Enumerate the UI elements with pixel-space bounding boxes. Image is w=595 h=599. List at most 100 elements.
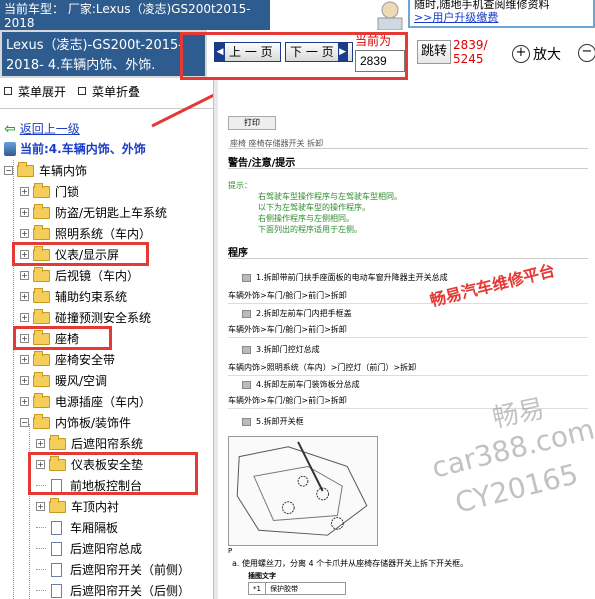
print-button[interactable]: 打印	[228, 116, 276, 130]
path-1[interactable]: 车辆外饰>车门/舱门>前门>拆卸	[228, 290, 347, 301]
zoom-in-button[interactable]: + 放大	[512, 44, 561, 64]
folder-icon	[33, 329, 50, 345]
doc-divider	[228, 258, 588, 259]
doc-divider	[228, 337, 588, 338]
folder-icon	[17, 161, 34, 177]
tree-item[interactable]: + 后视镜（车内）	[20, 265, 139, 286]
collapse-all-button[interactable]: 菜单折叠	[78, 83, 140, 100]
page-count: 2839/ 5245	[453, 38, 488, 66]
tree-item[interactable]: − 车辆内饰	[4, 160, 87, 181]
tree-item-label: 后遮阳帘总成	[70, 542, 143, 556]
expand-icon[interactable]: +	[20, 376, 29, 385]
page-number-input[interactable]	[355, 50, 405, 72]
tree-item[interactable]: 后遮阳帘开关（前侧）	[36, 559, 190, 580]
folder-icon	[33, 350, 50, 366]
tree-item-label: 仪表板安全垫	[71, 458, 144, 472]
book-icon	[4, 141, 16, 156]
warning-heading: 警告/注意/提示	[228, 158, 296, 169]
tree-connector	[36, 590, 46, 591]
document-icon	[51, 583, 62, 598]
notice-box: 随时,随地手机查阅维修资料 >>用户升级缴费	[408, 0, 595, 28]
expand-icon[interactable]: +	[20, 313, 29, 322]
expand-icon[interactable]: +	[20, 208, 29, 217]
collapse-icon[interactable]: −	[4, 166, 13, 175]
expand-all-label: 菜单展开	[18, 84, 67, 99]
tip-item: 右侧操作程序与左侧相同。	[258, 214, 354, 223]
tree-item[interactable]: + 座椅	[20, 328, 79, 349]
folder-icon	[33, 245, 50, 261]
current-node: 当前:4.车辆内饰、外饰	[4, 140, 146, 157]
tree-item-label: 防盗/无钥匙上车系统	[55, 206, 168, 220]
next-page-button[interactable]: 下 一 页 ▶	[285, 42, 353, 62]
folder-icon	[33, 203, 50, 219]
tree-item[interactable]: 车厢隔板	[36, 517, 118, 538]
seat-switch-illustration	[228, 436, 378, 546]
jump-button[interactable]: 跳转	[417, 40, 451, 64]
back-link[interactable]: ⇦ 返回上一级	[4, 120, 80, 137]
expand-all-button[interactable]: 菜单展开	[4, 83, 66, 100]
doc-divider	[228, 375, 588, 376]
tree-item-label: 电源插座（车内）	[55, 395, 152, 409]
step-4: 4.拆卸左前车门装饰板分总成	[242, 379, 360, 390]
tree-connector	[36, 527, 46, 528]
tree-item[interactable]: + 照明系统（车内）	[20, 223, 151, 244]
tree-item[interactable]: + 电源插座（车内）	[20, 391, 151, 412]
tip-item: 下面列出的程序适用于左侧。	[258, 225, 362, 234]
tree-item-label: 车顶内衬	[71, 500, 120, 514]
tip-item: 右驾驶车型操作程序与左驾驶车型相同。	[258, 192, 402, 201]
collapse-icon[interactable]: −	[20, 418, 29, 427]
tree-item-label: 碰撞预测安全系统	[55, 311, 152, 325]
tree-item[interactable]: + 暖风/空调	[20, 370, 107, 391]
expand-icon[interactable]: +	[20, 271, 29, 280]
expand-icon[interactable]: +	[20, 355, 29, 364]
expand-icon[interactable]: +	[36, 460, 45, 469]
expand-icon[interactable]: +	[20, 292, 29, 301]
tree-item-label: 暖风/空调	[55, 374, 108, 388]
current-page-label: 当前为	[355, 34, 392, 48]
tree-item-label: 车辆内饰	[39, 164, 88, 178]
collapse-all-label: 菜单折叠	[92, 84, 141, 99]
tree-item[interactable]: − 内饰板/装饰件	[20, 412, 131, 433]
sidebar-divider	[0, 108, 213, 109]
tree-connector	[36, 548, 46, 549]
tree-item-label: 后遮阳帘开关（后侧）	[70, 584, 191, 598]
step-5: 5.拆卸开关框	[242, 416, 304, 427]
tree-item[interactable]: + 仪表板安全垫	[36, 454, 143, 475]
tree-item[interactable]: + 辅助约束系统	[20, 286, 127, 307]
tree-item[interactable]: 后遮阳帘总成	[36, 538, 142, 559]
step-2-text: 2.拆卸左前车门内把手框盖	[256, 309, 352, 318]
expand-icon[interactable]: +	[36, 439, 45, 448]
back-link-label: 返回上一级	[19, 122, 80, 136]
upgrade-link[interactable]: >>用户升级缴费	[414, 11, 589, 24]
path-2[interactable]: 车辆外饰>车门/舱门>前门>拆卸	[228, 324, 347, 335]
current-node-label: 当前:4.车辆内饰、外饰	[20, 142, 146, 156]
expand-icon[interactable]: +	[20, 229, 29, 238]
document-pane: 打印 座椅 座椅存储器开关 拆卸 警告/注意/提示 提示： 右驾驶车型操作程序与…	[218, 82, 595, 599]
tree-item[interactable]: + 座椅安全带	[20, 349, 115, 370]
tips-block: 提示： 右驾驶车型操作程序与左驾驶车型相同。 以下为左驾驶车型的操作程序。 右侧…	[228, 180, 402, 235]
tree-item[interactable]: + 后遮阳帘系统	[36, 433, 143, 454]
expand-icon[interactable]: +	[20, 397, 29, 406]
tree-item[interactable]: + 防盗/无钥匙上车系统	[20, 202, 167, 223]
expand-icon[interactable]: +	[20, 187, 29, 196]
expand-icon[interactable]: +	[36, 502, 45, 511]
zoom-out-icon[interactable]: −	[578, 44, 595, 62]
path-3[interactable]: 车辆内饰>照明系统（车内）>门控灯（前门）>拆卸	[228, 362, 416, 373]
tree-item-label: 照明系统（车内）	[55, 227, 152, 241]
expand-icon[interactable]: +	[20, 334, 29, 343]
prev-page-button[interactable]: ◀ 上 一 页	[214, 42, 281, 62]
illustration-label: P	[228, 547, 233, 555]
tree-item[interactable]: 前地板控制台	[36, 475, 142, 496]
tree-item[interactable]: + 碰撞预测安全系统	[20, 307, 151, 328]
tree-item-label: 车厢隔板	[70, 521, 119, 535]
step-1-text: 1.拆卸带前门扶手座面板的电动车窗升降器主开关总成	[256, 273, 448, 282]
tree-item-label: 座椅安全带	[55, 353, 116, 367]
tree-item[interactable]: + 仪表/显示屏	[20, 244, 119, 265]
tree-item-label: 门锁	[55, 185, 80, 199]
tree-item[interactable]: 后遮阳帘开关（后侧）	[36, 580, 190, 599]
page-count-total: 5245	[453, 52, 484, 66]
expand-icon[interactable]: +	[20, 250, 29, 259]
tree-item[interactable]: + 门锁	[20, 181, 79, 202]
path-4[interactable]: 车辆外饰>车门/舱门>前门>拆卸	[228, 395, 347, 406]
tree-item[interactable]: + 车顶内衬	[36, 496, 119, 517]
